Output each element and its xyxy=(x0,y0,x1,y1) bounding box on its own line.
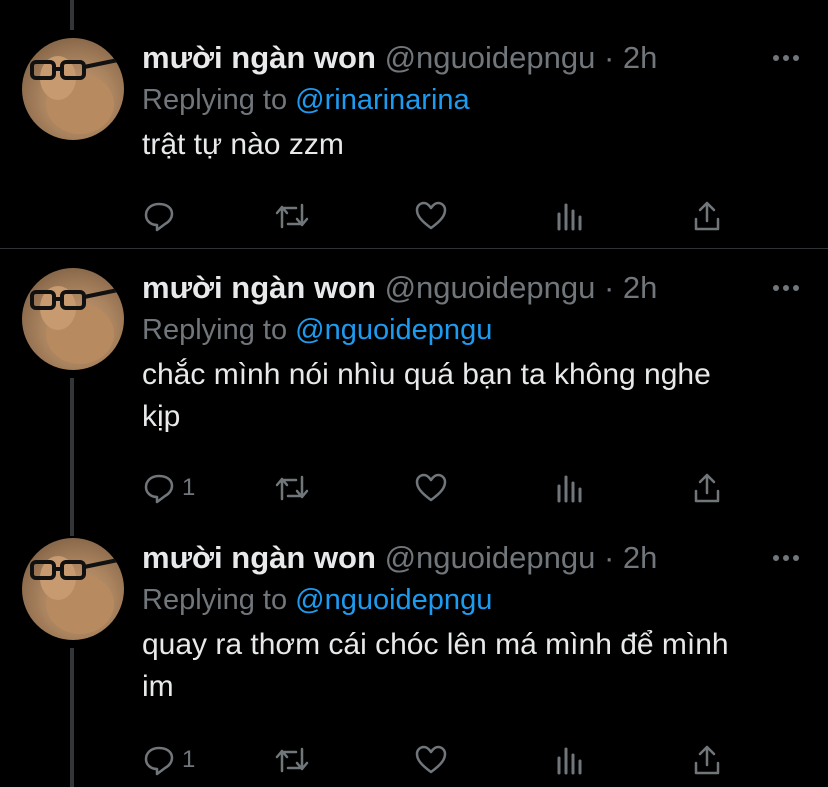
reply-button[interactable] xyxy=(142,198,182,234)
replying-to-label: Replying to xyxy=(142,314,288,346)
tweet[interactable]: mười ngàn won @nguoidepngu · 2h Replying… xyxy=(0,538,828,787)
tweet-divider xyxy=(0,248,828,249)
timestamp[interactable]: 2h xyxy=(623,540,657,575)
avatar[interactable] xyxy=(22,268,124,370)
display-name[interactable]: mười ngàn won xyxy=(142,270,376,305)
avatar-image xyxy=(30,56,119,134)
thread-line xyxy=(70,0,74,30)
avatar[interactable] xyxy=(22,38,124,140)
avatar-image xyxy=(30,556,119,634)
tweet-text: quay ra thơm cái chóc lên má mình để mìn… xyxy=(142,628,729,703)
reply-icon xyxy=(144,746,174,776)
share-button[interactable] xyxy=(692,470,722,506)
tweet-header: mười ngàn won @nguoidepngu · 2h xyxy=(142,538,657,578)
timestamp[interactable]: 2h xyxy=(623,40,657,75)
user-handle[interactable]: @nguoidepngu xyxy=(385,40,596,75)
analytics-button[interactable] xyxy=(554,470,584,506)
reply-count: 1 xyxy=(182,474,196,501)
analytics-icon xyxy=(557,475,582,503)
user-handle[interactable]: @nguoidepngu xyxy=(385,270,596,305)
retweet-icon xyxy=(275,203,309,229)
replying-to-mention[interactable]: @rinarinarina xyxy=(295,84,470,116)
like-icon xyxy=(415,201,447,230)
replying-to-label: Replying to xyxy=(142,84,288,116)
share-button[interactable] xyxy=(692,742,722,778)
more-options-icon[interactable] xyxy=(772,50,800,66)
more-options-icon[interactable] xyxy=(772,280,800,296)
separator-dot: · xyxy=(603,40,615,75)
like-button[interactable] xyxy=(414,470,448,506)
like-icon xyxy=(415,745,447,774)
retweet-icon xyxy=(275,475,309,501)
retweet-button[interactable] xyxy=(274,742,310,778)
replying-to: Replying to @rinarinarina xyxy=(142,80,470,120)
like-button[interactable] xyxy=(414,198,448,234)
reply-count: 1 xyxy=(182,746,196,773)
share-button[interactable] xyxy=(692,198,722,234)
analytics-icon xyxy=(557,747,582,775)
reply-icon xyxy=(144,474,174,504)
replying-to-label: Replying to xyxy=(142,584,288,616)
avatar-image xyxy=(30,286,119,364)
retweet-icon xyxy=(275,747,309,773)
retweet-button[interactable] xyxy=(274,198,310,234)
like-icon xyxy=(415,473,447,502)
avatar[interactable] xyxy=(22,538,124,640)
replying-to-mention[interactable]: @nguoidepngu xyxy=(295,584,492,616)
tweet-header: mười ngàn won @nguoidepngu · 2h xyxy=(142,38,657,78)
share-icon xyxy=(694,201,720,231)
timestamp[interactable]: 2h xyxy=(623,270,657,305)
replying-to: Replying to @nguoidepngu xyxy=(142,580,492,620)
separator-dot: · xyxy=(603,540,615,575)
display-name[interactable]: mười ngàn won xyxy=(142,540,376,575)
reply-button[interactable]: 1 xyxy=(142,742,195,778)
tweet-actions xyxy=(142,198,742,234)
reply-button[interactable]: 1 xyxy=(142,470,195,506)
like-button[interactable] xyxy=(414,742,448,778)
display-name[interactable]: mười ngàn won xyxy=(142,40,376,75)
analytics-button[interactable] xyxy=(554,742,584,778)
tweet-header: mười ngàn won @nguoidepngu · 2h xyxy=(142,268,657,308)
tweet-actions: 1 xyxy=(142,742,742,778)
user-handle[interactable]: @nguoidepngu xyxy=(385,540,596,575)
separator-dot: · xyxy=(603,270,615,305)
reply-icon xyxy=(144,202,174,232)
tweet-text: chắc mình nói nhìu quá bạn ta không nghe… xyxy=(142,358,711,433)
analytics-icon xyxy=(557,203,582,231)
tweet[interactable]: mười ngàn won @nguoidepngu · 2h Replying… xyxy=(0,38,828,248)
tweet-actions: 1 xyxy=(142,470,742,506)
tweet[interactable]: mười ngàn won @nguoidepngu · 2h Replying… xyxy=(0,268,828,518)
share-icon xyxy=(694,745,720,775)
replying-to: Replying to @nguoidepngu xyxy=(142,310,492,350)
share-icon xyxy=(694,473,720,503)
tweet-text: trật tự nào zzm xyxy=(142,128,344,161)
retweet-button[interactable] xyxy=(274,470,310,506)
replying-to-mention[interactable]: @nguoidepngu xyxy=(295,314,492,346)
analytics-button[interactable] xyxy=(554,198,584,234)
more-options-icon[interactable] xyxy=(772,550,800,566)
